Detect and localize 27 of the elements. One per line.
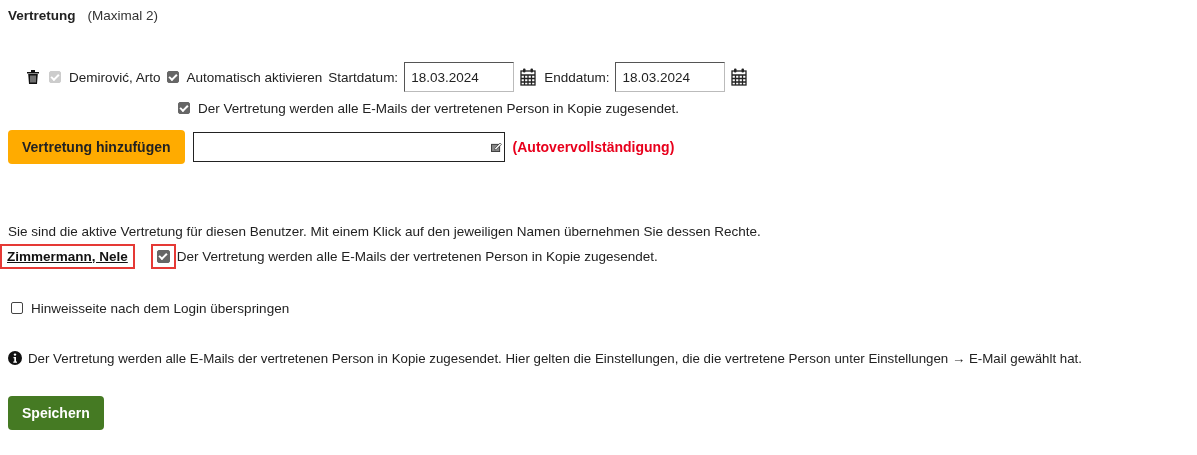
section-title: Vertretung [8, 8, 76, 23]
checkbox-label: Hinweisseite nach dem Login überspringen [31, 300, 290, 316]
user-name-link[interactable]: Zimmermann, Nele [0, 243, 135, 269]
checkbox[interactable] [11, 302, 23, 314]
checkbox-label: Der Vertretung werden alle E-Mails der vertretenen Person in Kopie zugesendet. [176, 248, 658, 264]
field-label: Startdatum: [328, 69, 399, 85]
info-note: Der Vertretung werden alle E-Mails der vertretenen Person in Kopie zugesendet. Hier gelten die Einstellungen, die die vertretene Person unter Einstellungen → E-Mail gewählt hat. [28, 350, 1082, 366]
checkbox-label: Der Vertretung werden alle E-Mails der vertretenen Person in Kopie zugesendet. [198, 100, 680, 116]
save-button[interactable]: Speichern [8, 396, 104, 430]
date-field[interactable]: 18.03.2024 [615, 62, 726, 92]
calendar-icon[interactable] [731, 68, 748, 86]
add-substitute-button[interactable]: Vertretung hinzufügen [8, 130, 185, 164]
section-hint: (Maximal 2) [87, 8, 159, 23]
checkbox[interactable] [150, 243, 176, 269]
autocomplete-field[interactable] [192, 132, 505, 162]
date-field[interactable]: 18.03.2024 [404, 62, 515, 92]
active-substitute-info: Sie sind die aktive Vertretung für diesen Benutzer. Mit einem Klick auf den jeweiligen Namen übernehmen Sie dessen Rechte. [8, 223, 762, 241]
autocomplete-note: (Autovervollständigung) [512, 139, 675, 155]
checkbox[interactable] [178, 102, 190, 114]
field-label: Enddatum: [544, 69, 610, 85]
info-icon [8, 351, 22, 365]
edit-icon [490, 142, 502, 152]
calendar-icon[interactable] [520, 68, 537, 86]
checkbox[interactable] [166, 71, 179, 83]
trash-icon[interactable] [27, 70, 39, 84]
substitute-name: Demirović, Arto [69, 69, 161, 85]
checkbox-label: Automatisch aktivieren [186, 69, 323, 85]
